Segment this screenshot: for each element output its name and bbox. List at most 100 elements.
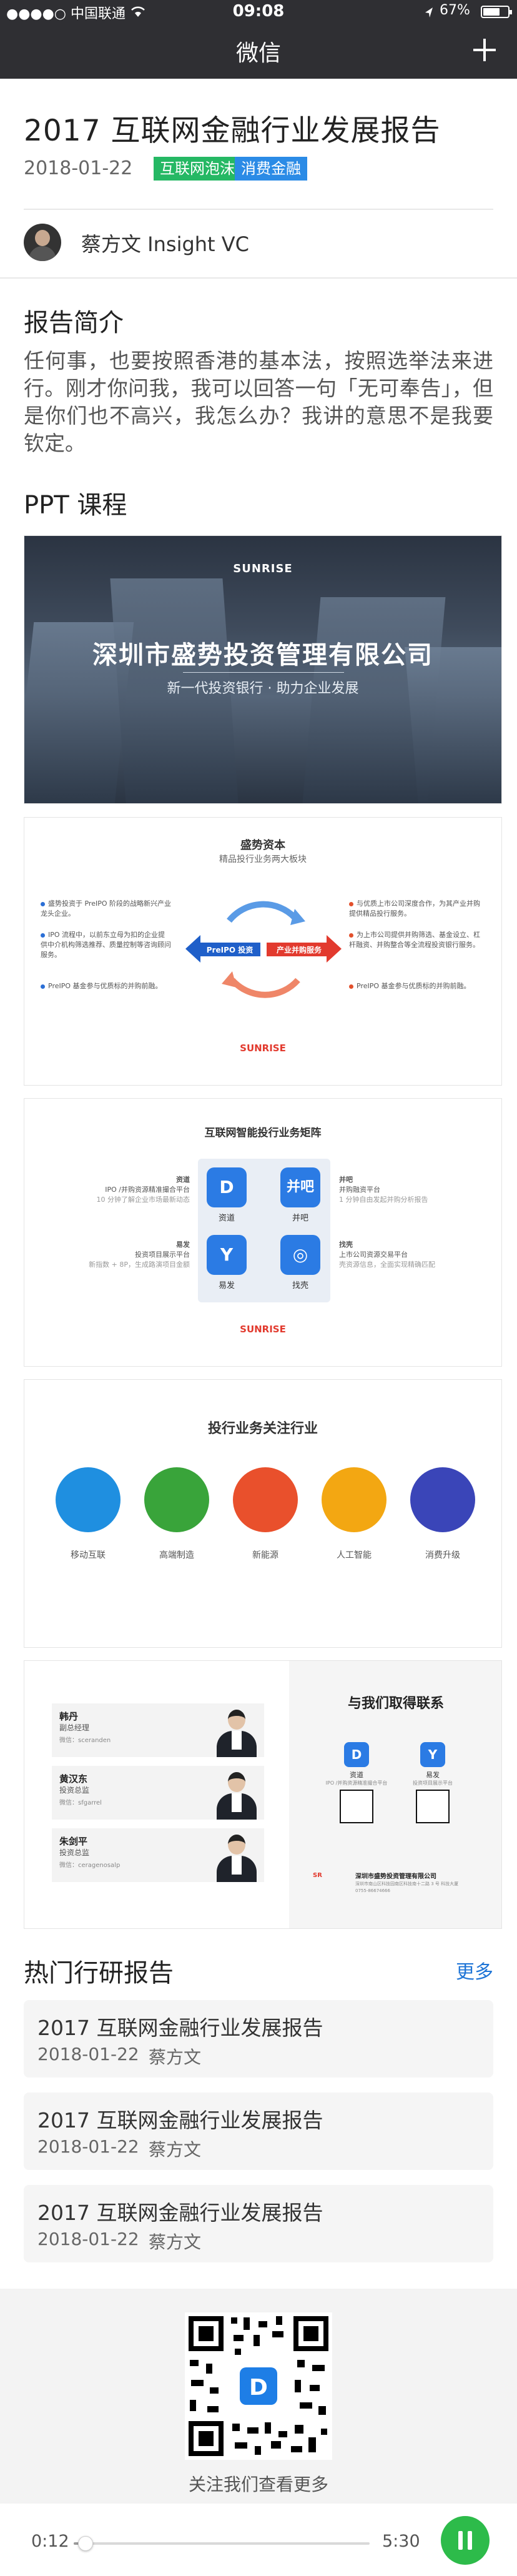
report-date: 2018-01-22 (37, 2044, 139, 2064)
duration: 5:30 (382, 2532, 420, 2551)
nav-bar: 微信 (0, 24, 517, 79)
report-title: 2017 互联网金融行业发展报告 (37, 2016, 323, 2040)
qr-code[interactable]: D (185, 2312, 332, 2460)
more-link[interactable]: 更多 (456, 1956, 493, 1984)
slide-cover-title: 深圳市盛势投资管理有限公司 (92, 641, 433, 670)
ppt-slide-contact[interactable]: 与我们取得联系 韩丹 副总经理 微信：sceranden 黄汉东 投资总监 微信… (24, 1660, 502, 1929)
industry-label: 消费升级 (425, 1550, 460, 1560)
slide-title: 与我们取得联系 (347, 1696, 444, 1712)
matrix-block: 易发 投资项目展示平台 新指数 + 8P，生成路演项目金额 (89, 1241, 190, 1269)
report-card[interactable]: 2017 互联网金融行业发展报告 2018-01-22 蔡方文 (24, 2185, 493, 2262)
contact-card: 韩丹 副总经理 微信：sceranden (52, 1703, 264, 1757)
report-card[interactable]: 2017 互联网金融行业发展报告 2018-01-22 蔡方文 (24, 2093, 493, 2170)
ppt-slide-business[interactable]: 盛势资本 精品投行业务两大板块 盛势投资于 PreIPO 阶段的战略新兴产业龙头… (24, 817, 502, 1086)
report-title: 2017 互联网金融行业发展报告 (37, 2108, 323, 2133)
svg-text:D: D (249, 2375, 268, 2400)
app-label: 资道 (218, 1214, 235, 1223)
manufacturing-icon (144, 1467, 209, 1532)
right-item: 为上市公司提供并购筛选、基金设立、杠杆融资、并购整合等全流程投资银行服务。 (349, 931, 480, 949)
app-name: 资道 (350, 1771, 363, 1779)
slide-title: 投行业务关注行业 (207, 1421, 318, 1437)
slide-subtitle: 精品投行业务两大板块 (219, 855, 307, 864)
report-author: 蔡方文 (149, 2232, 202, 2252)
right-item: PreIPO 基金参与优质标的并购前融。 (349, 981, 486, 991)
matrix-block: 资道 IPO /并购资源精准撮合平台 10 分钟了解企业市场最新动态 (96, 1176, 190, 1204)
intro-text: 任何事，也要按照香港的基本法，按照选举法来进行。刚才你问我，我可以回答一句「无可… (24, 349, 493, 455)
left-item: PreIPO 基金参与优质标的并购前融。 (41, 981, 172, 991)
left-item: 盛势投资于 PreIPO 阶段的战略新兴产业龙头企业。 (41, 899, 172, 918)
sunrise-logo: SUNRISE (240, 1324, 286, 1335)
matrix-block: 并吧 并购融资平台 1 分钟自由发起并购分析报告 (339, 1176, 428, 1204)
bingba-app-icon: 并吧 (280, 1167, 320, 1207)
company-name: 深圳市盛势投资管理有限公司 (355, 1873, 436, 1880)
report-card[interactable]: 2017 互联网金融行业发展报告 2018-01-22 蔡方文 (24, 2000, 493, 2078)
qr-code (416, 1790, 450, 1823)
zhaoke-app-icon: ◎ (280, 1235, 320, 1275)
article-title: 2017 互联网金融行业发展报告 (24, 114, 441, 148)
tag-consumer-finance[interactable]: 消费金融 (235, 157, 307, 181)
report-author: 蔡方文 (149, 2047, 202, 2068)
status-bar: ●●●●○ 中国联通 09:08 67% (0, 0, 517, 24)
ppt-slide-industries[interactable]: 投行业务关注行业 移动互联 高端制造 新能源 人工智能 消费升级 (24, 1379, 502, 1648)
yifa-app-icon: Y (207, 1235, 247, 1275)
divider (0, 277, 517, 279)
app-desc: IPO /并购资源精准撮合平台 (325, 1780, 388, 1786)
industry-label: 高端制造 (159, 1550, 194, 1560)
company-phone: 0755-86674666 (355, 1888, 390, 1893)
industry-label: 移动互联 (71, 1550, 106, 1560)
battery-icon (481, 6, 512, 18)
hot-reports-heading: 热门行研报告 (24, 1959, 174, 1988)
person-photo (214, 1770, 258, 1820)
person-photo (214, 1832, 258, 1882)
consumer-upgrade-icon (410, 1467, 475, 1532)
person-photo (214, 1707, 258, 1757)
progress-knob[interactable] (77, 2536, 93, 2551)
app-label: 易发 (218, 1281, 235, 1290)
company-address: 深圳市南山区科技园南区科技南十二路 3 号 科技大厦 (355, 1881, 459, 1886)
contact-card: 黄汉东 投资总监 微信：sfgarrel (52, 1766, 264, 1820)
pause-button[interactable] (441, 2516, 490, 2565)
slide-title: 盛势资本 (240, 839, 285, 852)
progress-bar[interactable] (74, 2536, 370, 2551)
qr-code (340, 1790, 373, 1823)
sunrise-logo: SR (313, 1872, 322, 1879)
ppt-slide-cover[interactable]: SUNRISE 深圳市盛势投资管理有限公司 新一代投资银行 · 助力企业发展 (24, 535, 502, 804)
app-name: 易发 (426, 1771, 440, 1779)
arrow-label-preipo: PreIPO 投资 (206, 946, 254, 954)
current-time: 0:12 (31, 2532, 69, 2551)
app-label: 并吧 (292, 1214, 308, 1223)
footer: D 关注我们查看更多 (0, 2289, 517, 2504)
nav-title: 微信 (235, 41, 281, 66)
matrix-block: 找壳 上市公司资源交易平台 壳资源信息，全面实现精确匹配 (339, 1241, 435, 1269)
zidao-app-icon: D (207, 1167, 247, 1207)
avatar[interactable] (24, 224, 61, 261)
report-author: 蔡方文 (149, 2139, 202, 2160)
app-label: 找壳 (292, 1281, 308, 1290)
report-date: 2018-01-22 (37, 2136, 139, 2157)
battery-percent: 67% (440, 2, 470, 18)
author-name[interactable]: 蔡方文 Insight VC (81, 229, 249, 257)
industry-label: 新能源 (252, 1550, 278, 1560)
divider (24, 209, 493, 210)
intro-heading: 报告简介 (24, 309, 124, 337)
contact-card: 朱剑平 投资总监 微信：ceragenosalp (52, 1828, 264, 1882)
ai-icon (322, 1467, 387, 1532)
arrow-label-merger: 产业并购服务 (276, 946, 322, 954)
industry-label: 人工智能 (337, 1550, 372, 1560)
report-title: 2017 互联网金融行业发展报告 (37, 2201, 323, 2225)
plus-icon[interactable] (467, 32, 502, 67)
article-date: 2018-01-22 (24, 157, 133, 179)
right-item: 与优质上市公司深度合作，为其产业并购提供精品投行服务。 (349, 899, 480, 918)
new-energy-icon (233, 1467, 298, 1532)
app-desc: 投资项目展示平台 (413, 1780, 453, 1786)
slide-cover-subtitle: 新一代投资银行 · 助力企业发展 (167, 681, 359, 696)
tag-bubble[interactable]: 互联网泡沫 (154, 157, 241, 181)
report-date: 2018-01-22 (37, 2229, 139, 2249)
ppt-heading: PPT 课程 (24, 491, 127, 520)
slide-title: 互联网智能投行业务矩阵 (204, 1127, 322, 1139)
ppt-slide-matrix[interactable]: 互联网智能投行业务矩阵 D 资道 并吧 并吧 Y 易发 ◎ 找壳 资道 IPO /… (24, 1098, 502, 1367)
divider (183, 672, 344, 673)
qr-caption: 关注我们查看更多 (188, 2474, 328, 2495)
left-item: IPO 流程中，以前东立母为扣的企业提供中介机构筛选推荐、质量控制等咨询顾问服务… (41, 931, 171, 959)
sunrise-logo: SUNRISE (240, 1043, 286, 1054)
